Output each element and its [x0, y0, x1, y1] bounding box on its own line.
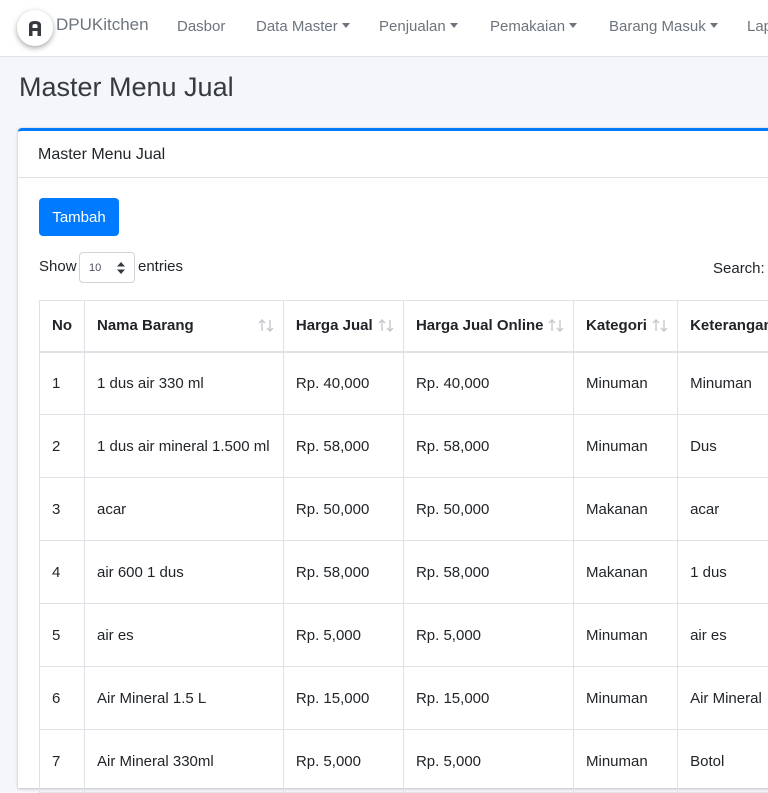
data-table-wrapper: No Nama Barang Harga Jual Harga Jual Online…: [39, 300, 768, 793]
table-cell: air 600 1 dus: [85, 541, 284, 604]
entries-value: 10: [89, 262, 101, 274]
nav-item-label: Penjualan: [379, 18, 446, 35]
card-title: Master Menu Jual: [38, 146, 165, 164]
brand-logo-icon[interactable]: [17, 10, 53, 46]
table-cell: Rp. 15,000: [283, 667, 403, 730]
nav-item-label: Barang Masuk: [609, 18, 706, 35]
column-header[interactable]: No: [40, 301, 85, 352]
table-row: 11 dus air 330 mlRp. 40,000Rp. 40,000Min…: [40, 352, 768, 415]
column-header-label: Keterangan: [690, 317, 768, 334]
table-cell: 4: [40, 541, 85, 604]
table-row: 5air esRp. 5,000Rp. 5,000Minumanair es: [40, 604, 768, 667]
sort-arrows-icon[interactable]: [652, 319, 668, 332]
table-cell: Rp. 50,000: [283, 478, 403, 541]
table-cell: Air Mineral 1.5 L: [85, 667, 284, 730]
column-header-label: No: [52, 317, 72, 334]
table-row: 3acarRp. 50,000Rp. 50,000Makananacar: [40, 478, 768, 541]
caret-down-icon: [342, 23, 350, 28]
sort-arrows-icon[interactable]: [548, 319, 564, 332]
table-cell: Makanan: [574, 541, 678, 604]
search-label: Search:: [713, 260, 765, 277]
nav-item-laporan[interactable]: Lap: [747, 18, 768, 35]
entries-label: entries: [138, 258, 183, 275]
table-row: 6Air Mineral 1.5 LRp. 15,000Rp. 15,000Mi…: [40, 667, 768, 730]
table-row: 7Air Mineral 330mlRp. 5,000Rp. 5,000Minu…: [40, 730, 768, 793]
nav-item-pemakaian[interactable]: Pemakaian: [490, 18, 577, 35]
caret-down-icon: [710, 23, 718, 28]
table-cell: Air Mineral 330ml: [85, 730, 284, 793]
table-cell: Rp. 58,000: [283, 415, 403, 478]
table-cell: 5: [40, 604, 85, 667]
table-cell: Makanan: [574, 478, 678, 541]
column-header-label: Kategori: [586, 317, 647, 334]
column-header[interactable]: Kategori: [574, 301, 678, 352]
table-body: 11 dus air 330 mlRp. 40,000Rp. 40,000Min…: [40, 352, 768, 793]
add-button[interactable]: Tambah: [39, 198, 119, 236]
caret-down-icon: [450, 23, 458, 28]
table-cell: Rp. 5,000: [283, 604, 403, 667]
table-cell: Rp. 58,000: [403, 415, 573, 478]
table-cell: air es: [678, 604, 768, 667]
column-header-label: Harga Jual: [296, 317, 373, 334]
table-cell: acar: [678, 478, 768, 541]
table-row: 4air 600 1 dusRp. 58,000Rp. 58,000Makana…: [40, 541, 768, 604]
nav-item-label: Pemakaian: [490, 18, 565, 35]
table-cell: Air Mineral: [678, 667, 768, 730]
table-cell: Minuman: [678, 352, 768, 415]
table-cell: 3: [40, 478, 85, 541]
column-header[interactable]: Keterangan: [678, 301, 768, 352]
table-cell: Rp. 58,000: [283, 541, 403, 604]
table-row: 21 dus air mineral 1.500 mlRp. 58,000Rp.…: [40, 415, 768, 478]
entries-length-select[interactable]: 10: [79, 252, 135, 283]
nav-item-data-master[interactable]: Data Master: [256, 18, 350, 35]
column-header-label: Harga Jual Online: [416, 317, 544, 334]
table-cell: Rp. 15,000: [403, 667, 573, 730]
table-cell: acar: [85, 478, 284, 541]
table-cell: Botol: [678, 730, 768, 793]
table-cell: 1 dus: [678, 541, 768, 604]
column-header-label: Nama Barang: [97, 317, 194, 334]
table-cell: Rp. 50,000: [403, 478, 573, 541]
nav-item-label: Dasbor: [177, 18, 225, 35]
table-cell: 1 dus air 330 ml: [85, 352, 284, 415]
nav-item-dasbor[interactable]: Dasbor: [177, 18, 225, 35]
card-header: Master Menu Jual: [18, 131, 768, 178]
table-cell: Minuman: [574, 415, 678, 478]
nav-item-label: Lap: [747, 18, 768, 35]
table-cell: Minuman: [574, 730, 678, 793]
column-header[interactable]: Harga Jual: [283, 301, 403, 352]
table-cell: Rp. 58,000: [403, 541, 573, 604]
table-cell: Minuman: [574, 352, 678, 415]
sort-arrows-icon[interactable]: [378, 319, 394, 332]
table-cell: 6: [40, 667, 85, 730]
column-header[interactable]: Nama Barang: [85, 301, 284, 352]
sort-arrows-icon[interactable]: [258, 319, 274, 332]
table-cell: Rp. 5,000: [283, 730, 403, 793]
table-cell: Rp. 40,000: [283, 352, 403, 415]
nav-item-barang-masuk[interactable]: Barang Masuk: [609, 18, 718, 35]
table-cell: air es: [85, 604, 284, 667]
table-header-row: No Nama Barang Harga Jual Harga Jual Online…: [40, 301, 768, 352]
table-cell: 1 dus air mineral 1.500 ml: [85, 415, 284, 478]
master-menu-card: Master Menu Jual Tambah Show 10 entries …: [18, 128, 768, 788]
brand-name[interactable]: DPUKitchen: [56, 15, 149, 35]
show-label: Show: [39, 258, 77, 275]
caret-down-icon: [569, 23, 577, 28]
table-cell: 7: [40, 730, 85, 793]
table-cell: 1: [40, 352, 85, 415]
table-cell: Minuman: [574, 604, 678, 667]
table-cell: Rp. 5,000: [403, 730, 573, 793]
table-cell: Rp. 5,000: [403, 604, 573, 667]
top-navbar: DPUKitchen Dasbor Data Master Penjualan …: [0, 0, 768, 57]
table-cell: 2: [40, 415, 85, 478]
table-cell: Minuman: [574, 667, 678, 730]
column-header[interactable]: Harga Jual Online: [403, 301, 573, 352]
nav-item-penjualan[interactable]: Penjualan: [379, 18, 458, 35]
page-title: Master Menu Jual: [19, 72, 234, 103]
table-cell: Dus: [678, 415, 768, 478]
table-cell: Rp. 40,000: [403, 352, 573, 415]
updown-icon: [117, 262, 125, 274]
menu-table: No Nama Barang Harga Jual Harga Jual Online…: [39, 300, 768, 793]
nav-item-label: Data Master: [256, 18, 338, 35]
